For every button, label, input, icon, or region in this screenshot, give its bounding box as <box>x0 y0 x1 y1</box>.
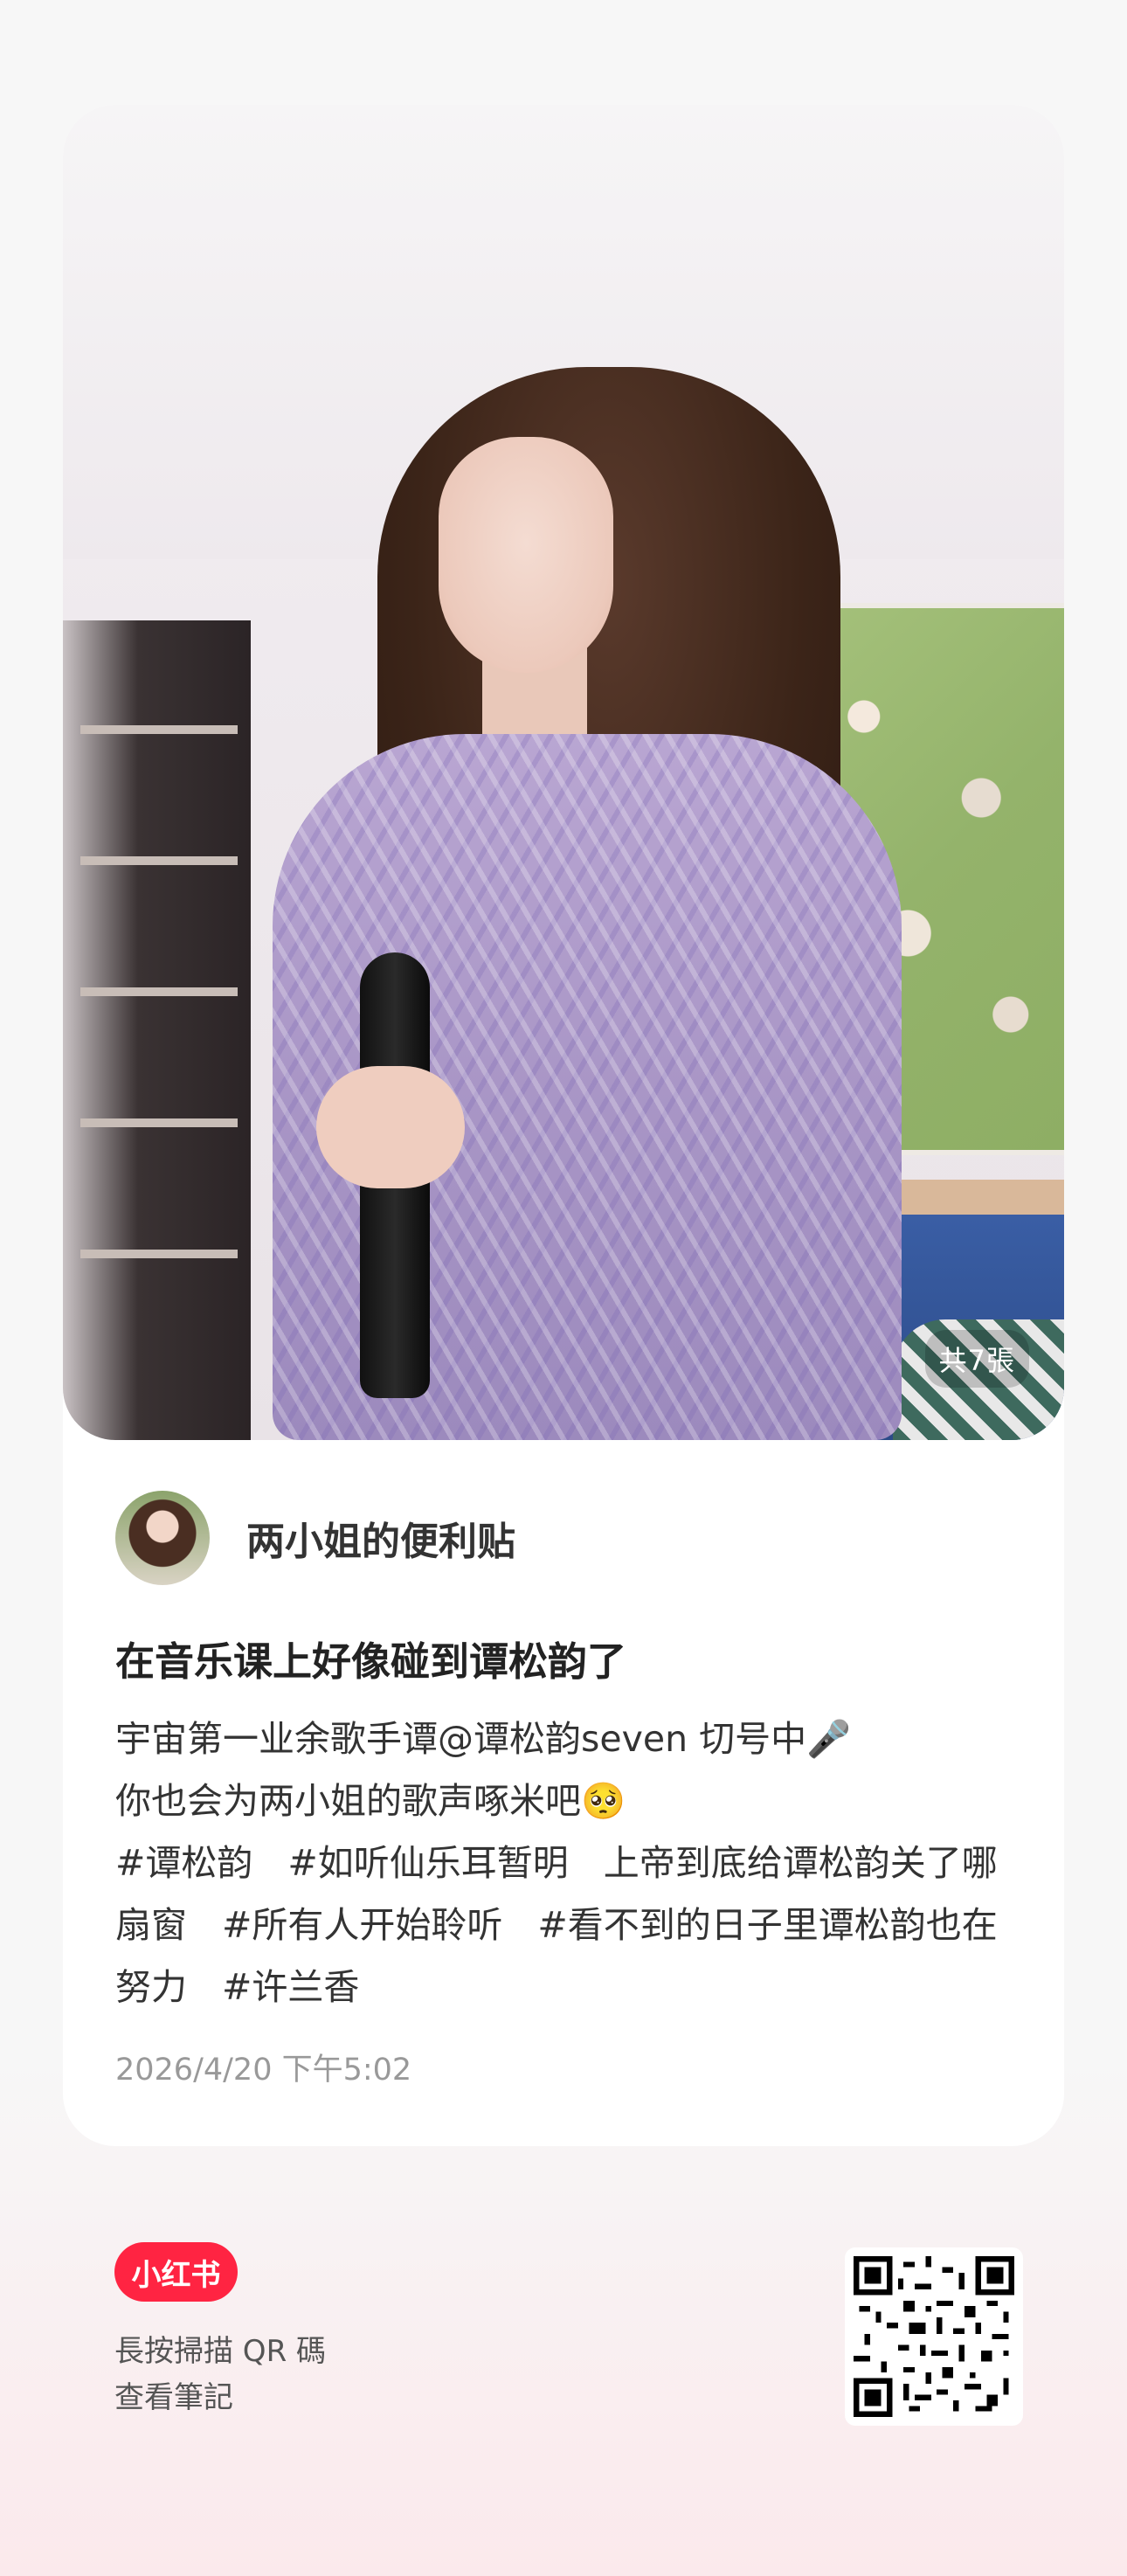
desc-tags-line-3: #谭松韵 #如听仙乐耳暂明 上帝到底给谭松韵关了哪 <box>115 1832 1041 1894</box>
qr-code[interactable] <box>845 2247 1023 2426</box>
desc-text: 上帝到底给谭松韵关了哪 <box>603 1842 998 1884</box>
hashtag[interactable]: #看不到的日子里谭松韵也在 <box>537 1904 997 1946</box>
desc-line-1: 宇宙第一业余歌手谭@谭松韵seven 切号中🎤 <box>115 1718 852 1760</box>
scan-instruction: 長按掃描 QR 碼 查看筆記 <box>114 2329 326 2421</box>
brand-logo: 小红书 <box>114 2242 238 2302</box>
post-description: 宇宙第一业余歌手谭@谭松韵seven 切号中🎤 你也会为两小姐的歌声啄米吧🥺 #… <box>115 1708 1041 2019</box>
desc-text: 努力 <box>115 1966 187 2008</box>
photo-count-badge: 共7張 <box>924 1330 1029 1388</box>
desc-text: 扇窗 <box>115 1904 187 1946</box>
avatar[interactable] <box>115 1491 210 1585</box>
hashtag[interactable]: #许兰香 <box>222 1966 359 2008</box>
post-photo[interactable]: 共7張 <box>63 105 1064 1440</box>
scan-line-2: 查看筆記 <box>114 2380 233 2415</box>
photo-hand <box>316 1066 465 1188</box>
post-title: 在音乐课上好像碰到谭松韵了 <box>115 1638 627 1685</box>
post-card: 共7張 两小姐的便利贴 在音乐课上好像碰到谭松韵了 宇宙第一业余歌手谭@谭松韵s… <box>63 105 1064 2146</box>
photo-shelf <box>63 620 251 1440</box>
hashtag[interactable]: #所有人开始聆听 <box>222 1904 502 1946</box>
desc-tags-line-5: 努力 #许兰香 <box>115 1956 1041 2019</box>
hashtag[interactable]: #如听仙乐耳暂明 <box>287 1842 568 1884</box>
hashtag[interactable]: #谭松韵 <box>115 1842 252 1884</box>
post-timestamp: 2026/4/20 下午5:02 <box>115 2053 412 2088</box>
author-row[interactable]: 两小姐的便利贴 <box>115 1490 515 1586</box>
author-name[interactable]: 两小姐的便利贴 <box>246 1510 515 1566</box>
post-title-wrap: 在音乐课上好像碰到谭松韵了 <box>115 1630 626 1686</box>
desc-tags-line-4: 扇窗 #所有人开始聆听 #看不到的日子里谭松韵也在 <box>115 1894 1041 1956</box>
scan-line-1: 長按掃描 QR 碼 <box>114 2334 327 2369</box>
photo-face <box>439 437 613 673</box>
desc-line-2: 你也会为两小姐的歌声啄米吧🥺 <box>115 1780 626 1822</box>
